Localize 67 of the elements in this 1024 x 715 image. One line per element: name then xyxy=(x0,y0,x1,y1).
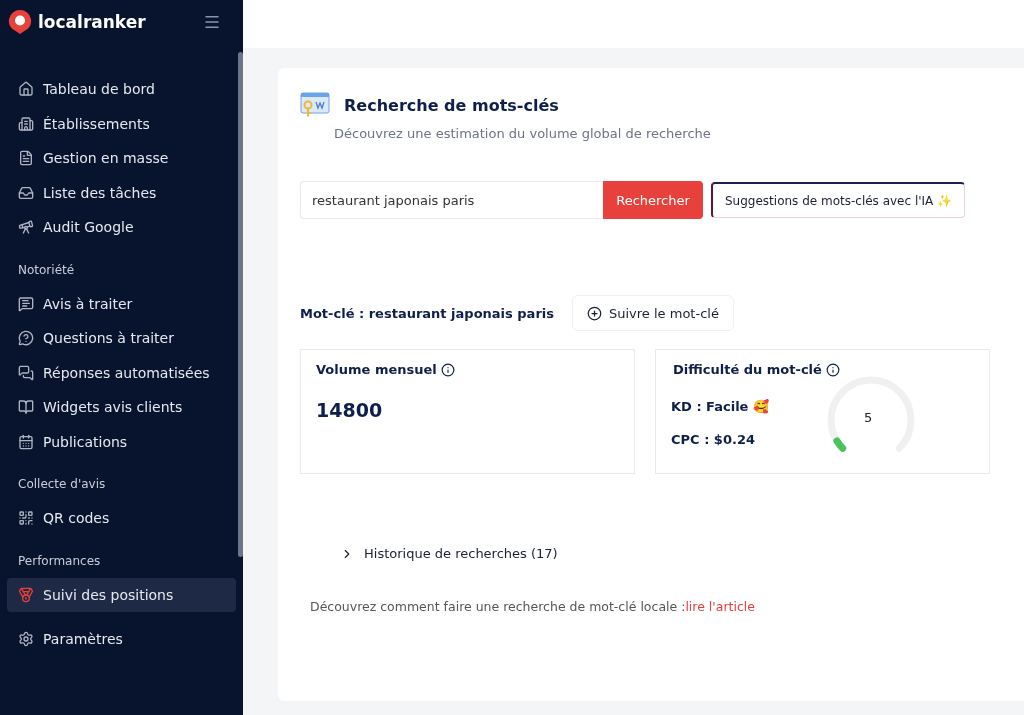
nav-label: Réponses automatisées xyxy=(43,364,210,381)
nav-label: Suivi des positions xyxy=(43,586,174,603)
nav-item[interactable]: QR codes xyxy=(7,501,236,536)
nav-label: Paramètres xyxy=(43,631,123,648)
section-heading: Performances xyxy=(17,552,102,570)
nav-icon xyxy=(18,586,34,603)
nav-item[interactable]: Avis à traiter xyxy=(7,286,236,321)
nav-item[interactable]: Réponses automatisées xyxy=(7,355,236,390)
nav-icon xyxy=(18,115,34,132)
plus-icon xyxy=(587,305,602,321)
gauge-value: 5 xyxy=(864,410,873,425)
nav-label: Gestion en masse xyxy=(43,150,169,167)
info-icon[interactable] xyxy=(825,362,840,377)
nav-icon xyxy=(18,399,34,416)
nav-icon xyxy=(18,364,34,381)
nav-icon xyxy=(18,330,34,347)
nav-item[interactable]: Gestion en masse xyxy=(7,141,236,176)
logo-text: localranker xyxy=(38,12,146,32)
follow-button[interactable]: Suivre le mot-clé xyxy=(572,295,734,331)
history-label: Historique de recherches (17) xyxy=(364,546,558,561)
nav-label: Établissements xyxy=(43,115,150,132)
search-button[interactable]: Rechercher xyxy=(603,181,703,219)
nav-icon xyxy=(18,295,34,312)
nav-label: Liste des tâches xyxy=(43,184,157,201)
page-title: Recherche de mots-clés xyxy=(344,95,559,115)
nav-icon xyxy=(18,184,34,201)
nav-item[interactable]: Liste des tâches xyxy=(7,175,236,210)
nav-icon xyxy=(18,219,34,236)
search-field[interactable]: restaurant japonais paris xyxy=(300,181,603,219)
nav-item[interactable]: Widgets avis clients xyxy=(7,390,236,425)
nav-label: QR codes xyxy=(43,510,110,527)
scrollbar[interactable] xyxy=(238,52,243,557)
nav-item[interactable]: Suivi des positions xyxy=(7,577,236,612)
menu-icon[interactable] xyxy=(203,13,221,31)
nav-icon xyxy=(18,150,34,167)
section-heading: Notoriété xyxy=(17,261,76,279)
nav-icon xyxy=(18,81,34,98)
keyword-icon xyxy=(300,92,330,118)
info-icon[interactable] xyxy=(440,362,455,377)
nav-label: Questions à traiter xyxy=(43,330,174,347)
nav-label: Widgets avis clients xyxy=(43,399,183,416)
article-link[interactable]: lire l'article xyxy=(685,599,755,614)
card-title: Difficulté du mot-clé xyxy=(673,362,822,377)
nav-icon xyxy=(18,510,34,527)
kd-value: KD : Facile 🥰 xyxy=(671,399,770,414)
nav-item[interactable]: Établissements xyxy=(7,106,236,141)
cpc-value: CPC : $0.24 xyxy=(671,432,756,447)
volume-value: 14800 xyxy=(316,399,384,421)
page-subtitle: Découvrez une estimation du volume global de recherche xyxy=(334,126,712,141)
nav-icon xyxy=(18,631,34,648)
nav-item[interactable]: Audit Google xyxy=(7,210,236,245)
nav-item[interactable]: Publications xyxy=(7,424,236,459)
history-toggle[interactable]: Historique de recherches (17) xyxy=(340,546,1024,561)
section-heading: Collecte d'avis xyxy=(17,476,107,493)
logo-icon xyxy=(8,9,32,35)
nav-label: Audit Google xyxy=(43,219,134,236)
nav-label: Tableau de bord xyxy=(43,81,155,98)
keyword-label: Mot-clé : restaurant japonais paris xyxy=(300,305,554,321)
article-note: Découvrez comment faire une recherche de mot-clé locale :lire l'article xyxy=(310,599,756,614)
nav-item[interactable]: Paramètres xyxy=(7,622,236,657)
nav-label: Avis à traiter xyxy=(43,295,133,312)
nav-label: Publications xyxy=(43,433,128,450)
nav-item[interactable]: Questions à traiter xyxy=(7,321,236,356)
card-title: Volume mensuel xyxy=(316,362,437,377)
nav-icon xyxy=(18,433,34,450)
ai-suggestions-button[interactable]: Suggestions de mots-clés avec l'IA ✨ xyxy=(711,182,966,218)
nav-item[interactable]: Tableau de bord xyxy=(7,72,236,107)
